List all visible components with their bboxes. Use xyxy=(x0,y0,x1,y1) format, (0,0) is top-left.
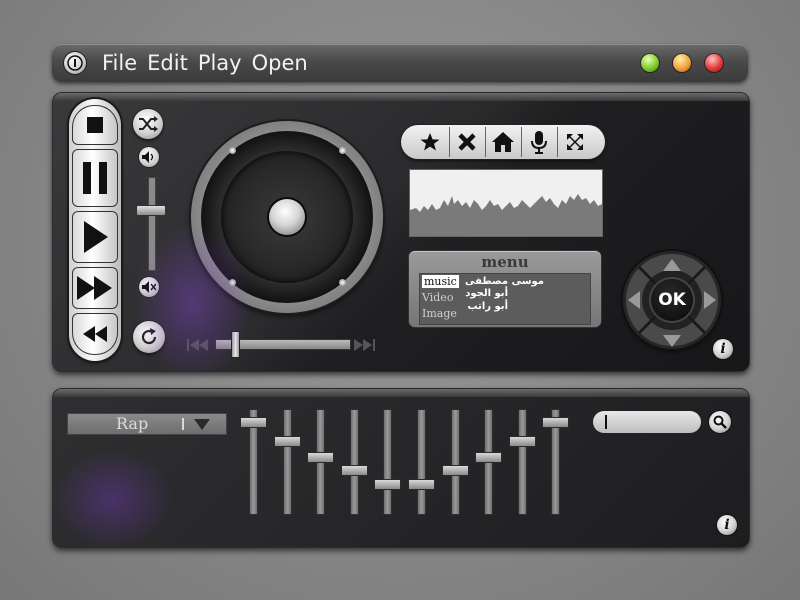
genre-value: Rap xyxy=(116,414,149,433)
orange-light-button[interactable] xyxy=(673,54,691,72)
eq-band-track[interactable] xyxy=(451,409,460,515)
search-button[interactable] xyxy=(709,411,731,433)
power-icon xyxy=(67,55,83,71)
navigation-dpad: OK xyxy=(623,251,721,349)
eq-band-track[interactable] xyxy=(350,409,359,515)
menu-edit[interactable]: Edit xyxy=(147,49,188,77)
player-panel: menu music Video Image موسى مصطفى أبو ال… xyxy=(52,92,750,372)
ok-button[interactable]: OK xyxy=(651,279,693,321)
mute-icon xyxy=(142,281,156,293)
eq-band-thumb[interactable] xyxy=(542,417,569,428)
favorite-button[interactable] xyxy=(413,127,447,157)
dpad-up-button[interactable] xyxy=(663,256,681,275)
menu-option-image[interactable]: Image xyxy=(422,307,457,320)
skip-back-button[interactable] xyxy=(187,337,209,356)
menu-file[interactable]: File xyxy=(102,49,137,77)
dpad-right-button[interactable] xyxy=(704,291,716,313)
eq-band-thumb[interactable] xyxy=(408,479,435,490)
close-button[interactable] xyxy=(449,127,484,157)
chevron-down-icon xyxy=(194,419,210,430)
eq-band-thumb[interactable] xyxy=(374,479,401,490)
title-bar: File Edit Play Open xyxy=(52,44,748,82)
genre-dropdown[interactable]: Rap xyxy=(67,413,227,435)
text-caret xyxy=(605,415,607,429)
home-button[interactable] xyxy=(485,127,520,157)
volume-icon xyxy=(142,151,154,163)
eq-band-thumb[interactable] xyxy=(341,465,368,476)
menu-open[interactable]: Open xyxy=(252,49,308,77)
menu-title: menu xyxy=(481,253,529,271)
eq-band-thumb[interactable] xyxy=(442,465,469,476)
menu-option-video[interactable]: Video xyxy=(422,291,453,304)
skip-forward-button[interactable] xyxy=(353,337,375,356)
fullscreen-icon xyxy=(567,134,583,150)
arrow-right-icon xyxy=(704,291,716,309)
home-icon xyxy=(492,132,514,152)
eq-band-track[interactable] xyxy=(417,409,426,515)
fast-forward-button[interactable] xyxy=(72,267,118,309)
volume-slider-thumb[interactable] xyxy=(136,205,166,217)
volume-slider-track[interactable] xyxy=(148,177,156,271)
eq-band-thumb[interactable] xyxy=(274,436,301,447)
microphone-icon xyxy=(531,131,547,154)
toolbar xyxy=(401,125,605,159)
repeat-button[interactable] xyxy=(133,321,165,353)
transport-controls xyxy=(69,99,121,361)
menu-option-music[interactable]: music xyxy=(422,275,459,288)
stop-button[interactable] xyxy=(72,105,118,145)
search-input[interactable] xyxy=(605,413,697,433)
skip-forward-icon xyxy=(354,339,375,351)
pause-button[interactable] xyxy=(72,149,118,207)
waveform-display xyxy=(409,169,603,237)
eq-band-thumb[interactable] xyxy=(307,452,334,463)
shuffle-icon xyxy=(139,116,158,132)
info-button[interactable]: i xyxy=(717,515,737,535)
info-button[interactable]: i xyxy=(713,339,733,359)
eq-band-track[interactable] xyxy=(283,409,292,515)
microphone-button[interactable] xyxy=(521,127,556,157)
pause-icon xyxy=(83,162,107,194)
eq-band-thumb[interactable] xyxy=(509,436,536,447)
dpad-down-button[interactable] xyxy=(663,332,681,351)
rewind-button[interactable] xyxy=(72,313,118,355)
dpad-left-button[interactable] xyxy=(628,291,640,313)
fullscreen-button[interactable] xyxy=(557,127,592,157)
play-icon xyxy=(84,221,108,253)
waveform-graphic xyxy=(410,194,602,236)
seek-thumb[interactable] xyxy=(231,331,241,358)
arrow-left-icon xyxy=(628,291,640,309)
arrow-up-icon xyxy=(663,259,681,271)
eq-band-track[interactable] xyxy=(383,409,392,515)
arrow-down-icon xyxy=(663,335,681,347)
rewind-icon xyxy=(83,326,107,342)
volume-button[interactable] xyxy=(139,147,159,167)
star-icon xyxy=(420,133,440,151)
shuffle-button[interactable] xyxy=(133,109,163,139)
eq-band-track[interactable] xyxy=(518,409,527,515)
equalizer-panel: Rap i xyxy=(52,388,750,548)
mute-button[interactable] xyxy=(139,277,159,297)
fast-forward-icon xyxy=(77,276,112,300)
play-button[interactable] xyxy=(72,211,118,263)
skip-back-icon xyxy=(187,339,208,351)
menu-play[interactable]: Play xyxy=(198,49,242,77)
list-item[interactable]: أبو راتب xyxy=(468,301,508,312)
stop-icon xyxy=(87,117,103,133)
search-icon xyxy=(713,415,727,429)
power-button[interactable] xyxy=(64,52,86,74)
list-item[interactable]: موسى مصطفى xyxy=(465,276,544,287)
green-light-button[interactable] xyxy=(641,54,659,72)
speaker-visual xyxy=(191,121,383,313)
menu-list: music Video Image موسى مصطفى أبو الجود أ… xyxy=(419,273,591,325)
media-menu: menu music Video Image موسى مصطفى أبو ال… xyxy=(409,251,601,327)
eq-band-thumb[interactable] xyxy=(475,452,502,463)
search-box xyxy=(593,411,701,433)
close-icon xyxy=(458,133,476,151)
red-light-button[interactable] xyxy=(705,54,723,72)
dropdown-separator xyxy=(182,418,184,430)
repeat-icon xyxy=(141,328,157,345)
menu-bar: File Edit Play Open xyxy=(102,49,308,77)
eq-band-thumb[interactable] xyxy=(240,417,267,428)
list-item[interactable]: أبو الجود xyxy=(465,288,508,299)
